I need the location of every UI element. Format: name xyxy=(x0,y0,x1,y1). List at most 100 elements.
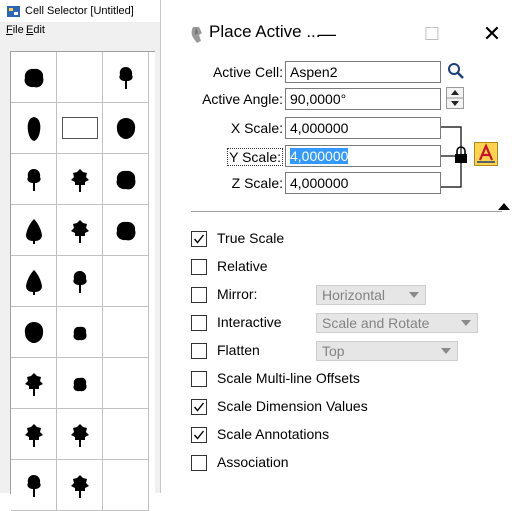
collapse-arrow-icon[interactable] xyxy=(498,203,510,210)
cell-library-item[interactable] xyxy=(103,154,149,205)
scale-annotations-checkbox[interactable] xyxy=(191,427,207,443)
mirror-checkbox[interactable] xyxy=(191,287,207,303)
y-scale-value: 4,000000 xyxy=(290,148,349,164)
checkmark-icon xyxy=(193,402,205,412)
tree-leafy-icon xyxy=(71,220,89,243)
annotation-scale-icon[interactable] xyxy=(474,142,498,166)
lock-icon[interactable] xyxy=(454,146,468,164)
cell-library-item[interactable] xyxy=(11,154,57,205)
z-scale-value: 4,000000 xyxy=(290,175,349,191)
x-scale-input[interactable]: 4,000000 xyxy=(285,117,441,139)
scale-multiline-checkbox[interactable] xyxy=(191,371,207,387)
cell-library-item[interactable] xyxy=(11,205,57,256)
scale-annotations-label: Scale Annotations xyxy=(217,426,330,442)
active-cell-value: Aspen2 xyxy=(290,64,338,80)
cell-library-item[interactable] xyxy=(103,205,149,256)
chevron-down-icon xyxy=(461,320,471,326)
tree-conifer-icon xyxy=(26,219,42,244)
cell-library-item[interactable] xyxy=(57,409,103,460)
tree-leafy-icon xyxy=(25,424,43,447)
cell-library-item[interactable] xyxy=(103,409,149,460)
cell-library-item[interactable] xyxy=(57,205,103,256)
cell-library-item[interactable] xyxy=(103,307,149,358)
tree-conifer-icon xyxy=(26,270,42,295)
scale-dimension-checkbox[interactable] xyxy=(191,399,207,415)
tree-round-icon xyxy=(24,322,44,343)
cell-library-item[interactable] xyxy=(11,460,57,511)
flatten-dropdown-value: Top xyxy=(322,343,345,359)
association-checkbox[interactable] xyxy=(191,455,207,471)
active-angle-value: 90,0000° xyxy=(290,91,347,107)
cell-selector-title: Cell Selector [Untitled] xyxy=(25,5,134,17)
y-scale-input[interactable]: 4,000000 xyxy=(285,145,441,167)
true-scale-checkbox[interactable] xyxy=(191,231,207,247)
bush-small-icon xyxy=(73,377,87,392)
tree-leafy-icon xyxy=(71,169,89,192)
cell-library-item[interactable] xyxy=(103,460,149,511)
x-scale-label: X Scale: xyxy=(230,120,283,136)
checkmark-icon xyxy=(193,234,205,244)
dialog-titlebar[interactable]: Place Active ... — ☐ ✕ xyxy=(171,0,526,62)
active-angle-input[interactable]: 90,0000° xyxy=(285,88,441,110)
cell-library-item[interactable] xyxy=(57,52,103,103)
mirror-label: Mirror: xyxy=(217,286,258,302)
minimize-button[interactable]: — xyxy=(310,18,344,50)
cell-selector-titlebar[interactable]: Cell Selector [Untitled] xyxy=(0,0,160,22)
cell-library-item[interactable] xyxy=(57,103,103,154)
cell-selector-window: Cell Selector [Untitled] File Edit xyxy=(0,0,161,511)
interactive-dropdown-value: Scale and Rotate xyxy=(322,315,430,331)
chevron-down-icon xyxy=(409,292,419,298)
z-scale-label: Z Scale: xyxy=(231,175,283,191)
x-scale-value: 4,000000 xyxy=(290,120,349,136)
scale-multiline-label: Scale Multi-line Offsets xyxy=(217,370,360,386)
close-button[interactable]: ✕ xyxy=(475,18,509,50)
interactive-checkbox[interactable] xyxy=(191,315,207,331)
relative-checkbox[interactable] xyxy=(191,259,207,275)
minimize-icon: — xyxy=(318,23,336,44)
cell-library-item[interactable] xyxy=(103,256,149,307)
cell-library-item[interactable] xyxy=(11,307,57,358)
z-scale-input[interactable]: 4,000000 xyxy=(285,172,441,194)
flatten-label: Flatten xyxy=(217,342,260,358)
cell-library-item[interactable] xyxy=(103,358,149,409)
maximize-button[interactable]: ☐ xyxy=(415,18,449,50)
cell-library-item[interactable] xyxy=(57,307,103,358)
mirror-dropdown[interactable]: Horizontal xyxy=(316,285,426,305)
tree-small-icon xyxy=(27,169,41,191)
cell-library-item[interactable] xyxy=(11,358,57,409)
active-cell-input[interactable]: Aspen2 xyxy=(285,61,441,83)
interactive-dropdown[interactable]: Scale and Rotate xyxy=(316,313,478,333)
flatten-dropdown[interactable]: Top xyxy=(316,341,458,361)
angle-spinner[interactable] xyxy=(446,87,464,109)
tree-oval-icon xyxy=(27,117,41,141)
cell-library-item[interactable] xyxy=(11,52,57,103)
interactive-label: Interactive xyxy=(217,314,282,330)
dialog-title: Place Active ... xyxy=(209,22,321,41)
close-icon: ✕ xyxy=(482,21,502,46)
flatten-checkbox[interactable] xyxy=(191,343,207,359)
bush-round-icon xyxy=(24,68,44,88)
association-label: Association xyxy=(217,454,289,470)
mirror-dropdown-value: Horizontal xyxy=(322,287,386,303)
cell-library-item[interactable] xyxy=(11,256,57,307)
cell-library-item[interactable] xyxy=(103,103,149,154)
search-icon[interactable] xyxy=(446,61,466,81)
menu-file[interactable]: File xyxy=(6,24,24,36)
cell-library-item[interactable] xyxy=(57,154,103,205)
cell-library-item[interactable] xyxy=(103,52,149,103)
cell-library-item[interactable] xyxy=(11,409,57,460)
cell-selector-app-icon xyxy=(7,6,20,17)
bush-small-icon xyxy=(73,326,87,341)
cell-library-item[interactable] xyxy=(11,103,57,154)
cell-selector-menubar: File Edit xyxy=(0,22,160,38)
tree-small-icon xyxy=(27,475,41,497)
scale-dimension-label: Scale Dimension Values xyxy=(217,398,368,414)
cell-library-item[interactable] xyxy=(57,358,103,409)
tree-leafy-icon xyxy=(25,373,43,396)
true-scale-label: True Scale xyxy=(217,230,285,246)
cell-library-item[interactable] xyxy=(57,256,103,307)
maximize-icon: ☐ xyxy=(423,23,441,44)
menu-edit[interactable]: Edit xyxy=(26,24,45,36)
cell-library-item[interactable] xyxy=(57,460,103,511)
section-divider xyxy=(191,211,502,212)
